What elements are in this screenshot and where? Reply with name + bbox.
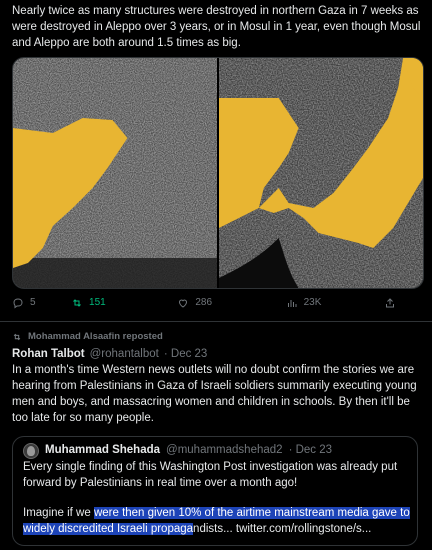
quote-line-1: Every single finding of this Washington …	[23, 461, 398, 489]
tweet-header: Rohan Talbot @rohantalbot · Dec 23	[12, 347, 207, 363]
quote-text: Every single finding of this Washington …	[23, 460, 413, 537]
repost-count: 151	[89, 297, 106, 308]
tweet-text: Nearly twice as many structures were des…	[12, 5, 421, 49]
views-button[interactable]: 23K	[286, 296, 384, 310]
tweet-actions: 5 151 286 23K	[12, 296, 422, 310]
quote-author-name: Muhammad Shehada	[45, 444, 161, 457]
quoted-tweet[interactable]: Muhammad Shehada @muhammadshehad2 · Dec …	[12, 436, 418, 546]
reply-icon	[13, 298, 23, 309]
share-icon	[386, 298, 394, 308]
repost-icon	[73, 299, 81, 307]
quote-text-link[interactable]: ndists... twitter.com/rollingstone/s...	[193, 523, 371, 535]
views-icon	[287, 299, 297, 307]
repost-icon	[13, 333, 21, 340]
satellite-image-right[interactable]	[217, 58, 423, 288]
tweet-media[interactable]	[12, 57, 424, 289]
reply-button[interactable]: 5	[12, 296, 71, 310]
quote-line-2: Imagine if we were then given 10% of the…	[23, 506, 413, 538]
author-name[interactable]: Rohan Talbot	[12, 347, 85, 363]
heart-icon	[179, 299, 188, 308]
views-count: 23K	[303, 297, 322, 308]
avatar[interactable]	[23, 443, 39, 459]
selected-text[interactable]: were then given 10% of the airtime mains…	[93, 506, 410, 519]
quote-author-handle: @muhammadshehad2	[166, 444, 283, 457]
quote-text-plain: Imagine if we	[23, 506, 94, 519]
quote-header: Muhammad Shehada @muhammadshehad2 · Dec …	[23, 443, 332, 459]
selected-text[interactable]: widely discredited Israeli propaga	[23, 522, 194, 535]
reply-count: 5	[30, 297, 36, 308]
like-button[interactable]: 286	[177, 296, 285, 310]
repost-indicator[interactable]: Mohammad Alsaafin reposted	[12, 330, 163, 343]
quote-date: · Dec 23	[288, 444, 333, 457]
repost-label: Mohammad Alsaafin reposted	[28, 331, 163, 342]
tweet-divider	[0, 321, 432, 322]
repost-button[interactable]: 151	[71, 296, 177, 310]
share-button[interactable]	[384, 297, 396, 309]
like-count: 286	[195, 297, 213, 308]
tweet-text: In a month's time Western news outlets w…	[12, 364, 417, 424]
author-handle[interactable]: @rohantalbot	[90, 347, 159, 363]
satellite-image-left[interactable]	[13, 58, 217, 288]
tweet-date[interactable]: · Dec 23	[164, 347, 207, 363]
